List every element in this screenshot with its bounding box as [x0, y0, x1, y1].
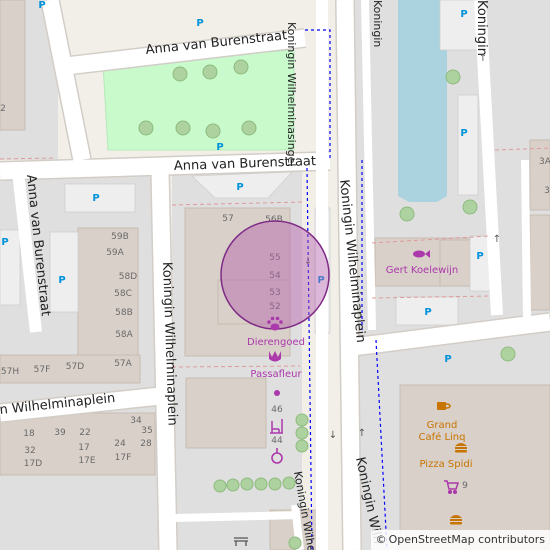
house-number: 57A	[114, 359, 132, 369]
building	[529, 139, 550, 211]
oneway-arrow-icon: ↑	[358, 428, 366, 439]
tree	[233, 59, 249, 75]
parking-icon: P	[476, 251, 483, 262]
poi-label-grand[interactable]: Grand	[427, 420, 458, 431]
parking-lot	[49, 231, 79, 313]
house-number: 57F	[34, 365, 51, 375]
house-number: 28	[140, 439, 152, 449]
parking-icon: P	[196, 18, 203, 29]
street-label-koningin-top-mid: Koningin	[371, 0, 384, 47]
house-number: 35	[141, 426, 152, 436]
tree	[172, 66, 188, 82]
tree	[213, 479, 227, 493]
shop-dot-icon	[274, 390, 280, 396]
tree	[240, 477, 254, 491]
house-number: 46	[271, 405, 283, 415]
tree	[241, 120, 257, 136]
house-number: 32	[24, 446, 35, 456]
oneway-arrow-icon: ↓	[329, 430, 337, 441]
parking-icon: P	[58, 275, 65, 286]
house-number: 58D	[119, 272, 137, 282]
tree	[254, 477, 268, 491]
house-number: 58B	[115, 308, 133, 318]
house-number: 57D	[66, 362, 84, 372]
house-number: 24	[114, 439, 126, 449]
poi-label-gert-koelewijn[interactable]: Gert Koelewijn	[386, 265, 458, 276]
tree	[462, 199, 478, 215]
tree	[175, 120, 191, 136]
parking-icon: P	[1, 237, 8, 248]
parking-lot	[64, 183, 136, 213]
tree	[202, 64, 218, 80]
tree	[445, 69, 461, 85]
tree	[500, 346, 516, 362]
tree	[295, 413, 309, 427]
house-number: 3A	[539, 157, 550, 167]
parking-icon: P	[460, 128, 467, 139]
oneway-arrow-icon: ↑	[493, 234, 501, 245]
house-number: 17D	[24, 459, 42, 469]
tree	[138, 120, 154, 136]
location-highlight[interactable]	[220, 220, 330, 330]
house-number: 57	[222, 214, 233, 224]
oneway-arrow-icon: ↑	[479, 53, 487, 64]
house-number: 3	[544, 186, 550, 196]
parking-icon: P	[38, 0, 45, 11]
parking-icon: P	[424, 307, 431, 318]
house-number: 58C	[114, 289, 132, 299]
house-number: 44	[271, 436, 283, 446]
map-attribution[interactable]: © OpenStreetMap contributors	[370, 530, 550, 550]
poi-label-dierengoed[interactable]: Dierengoed	[247, 337, 305, 348]
poi-label-passafleur[interactable]: Passafleur	[250, 369, 302, 380]
house-number: 34	[130, 416, 142, 426]
parking-icon: P	[236, 182, 243, 193]
parking-icon: P	[216, 142, 223, 153]
parking-icon: P	[460, 9, 467, 20]
tree	[226, 478, 240, 492]
tree	[288, 536, 302, 550]
house-number: 22	[79, 428, 90, 438]
street-label-koningin-top-right: Koningin	[474, 0, 489, 56]
street-label-kw-singel: Koningin Wilhelminasingel	[285, 22, 298, 167]
house-number: 39	[54, 428, 66, 438]
house-number: 17F	[115, 453, 132, 463]
house-number: 18	[23, 429, 35, 439]
road-lane-far	[521, 159, 531, 321]
house-number: 2	[0, 104, 6, 114]
house-number: 17E	[78, 456, 95, 466]
tree	[399, 206, 415, 222]
house-number: 59A	[106, 248, 124, 258]
house-number: 58A	[115, 330, 133, 340]
tree	[268, 477, 282, 491]
attribution-link[interactable]: OpenStreetMap contributors	[389, 533, 545, 546]
tree	[295, 439, 309, 453]
parking-icon: P	[444, 354, 451, 365]
house-number: 17	[78, 443, 89, 453]
copyright-symbol: ©	[375, 533, 387, 546]
house-number: 57H	[1, 367, 19, 377]
tree	[205, 123, 221, 139]
parking-lot	[457, 94, 479, 196]
house-number: 9	[462, 481, 468, 491]
road-access	[174, 511, 301, 522]
building	[529, 214, 550, 311]
building	[185, 377, 267, 449]
parking-icon: P	[92, 193, 99, 204]
poi-label-pizza-spidi[interactable]: Pizza Spidi	[420, 459, 473, 470]
parking-lot	[469, 235, 491, 292]
poi-label-cafe-linq[interactable]: Café Linq	[419, 431, 466, 443]
tree	[295, 426, 309, 440]
house-number: 59B	[111, 232, 129, 242]
map-canvas[interactable]: Anna van Burenstraat Anna van Burenstraa…	[0, 0, 550, 550]
